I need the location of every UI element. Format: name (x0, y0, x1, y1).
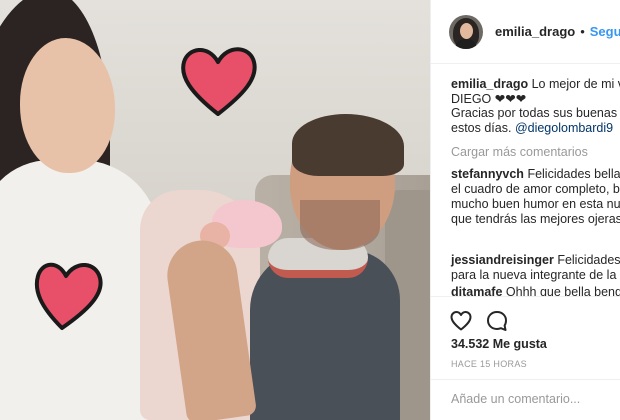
comment-username[interactable]: stefannyvch (451, 167, 524, 181)
heart-icon[interactable] (449, 309, 473, 333)
caption-username[interactable]: emilia_drago (451, 77, 528, 91)
load-more-comments-link[interactable]: Cargar más comentarios (451, 145, 588, 159)
post-timestamp: HACE 15 HORAS (451, 359, 527, 369)
add-comment-bar (431, 379, 620, 420)
post-caption: emilia_drago Lo mejor de mi vida DIEGO ❤… (451, 77, 620, 135)
comment-item: stefannyvch Felicidades bella Emilia, ti… (451, 167, 620, 227)
caption-text-4: estos días. (451, 120, 512, 135)
comment-username[interactable]: jessiandreisinger (451, 253, 554, 267)
heart-sticker-bottom (34, 262, 103, 330)
post-header: emilia_drago • Seguir (431, 0, 620, 64)
photo-man-hair (292, 114, 404, 176)
header-username[interactable]: emilia_drago (495, 24, 575, 39)
post-photo[interactable] (0, 0, 430, 420)
post-side-panel: emilia_drago • Seguir emilia_drago Lo me… (430, 0, 620, 420)
caption-text-3: Gracias por todas sus buenas energías (451, 106, 620, 120)
caption-text-2: DIEGO ❤❤❤ (451, 91, 527, 106)
photo-man-beard (300, 200, 380, 250)
comment-icon[interactable] (485, 309, 509, 333)
header-separator: • (580, 24, 585, 39)
post-actions: 34.532 Me gusta HACE 15 HORAS (431, 296, 620, 420)
avatar[interactable] (449, 14, 483, 49)
likes-count[interactable]: 34.532 Me gusta (451, 337, 547, 351)
follow-button[interactable]: Seguir (590, 24, 620, 39)
caption-mention[interactable]: @diegolombardi9 (515, 121, 613, 135)
photo-woman-face (20, 38, 115, 173)
heart-sticker-top (181, 47, 257, 116)
comment-item: jessiandreisinger Felicidades y bendicio… (451, 253, 620, 283)
comment-input[interactable] (451, 390, 611, 408)
action-icons (449, 309, 509, 333)
caption-text-1: Lo mejor de mi vida (531, 77, 620, 91)
